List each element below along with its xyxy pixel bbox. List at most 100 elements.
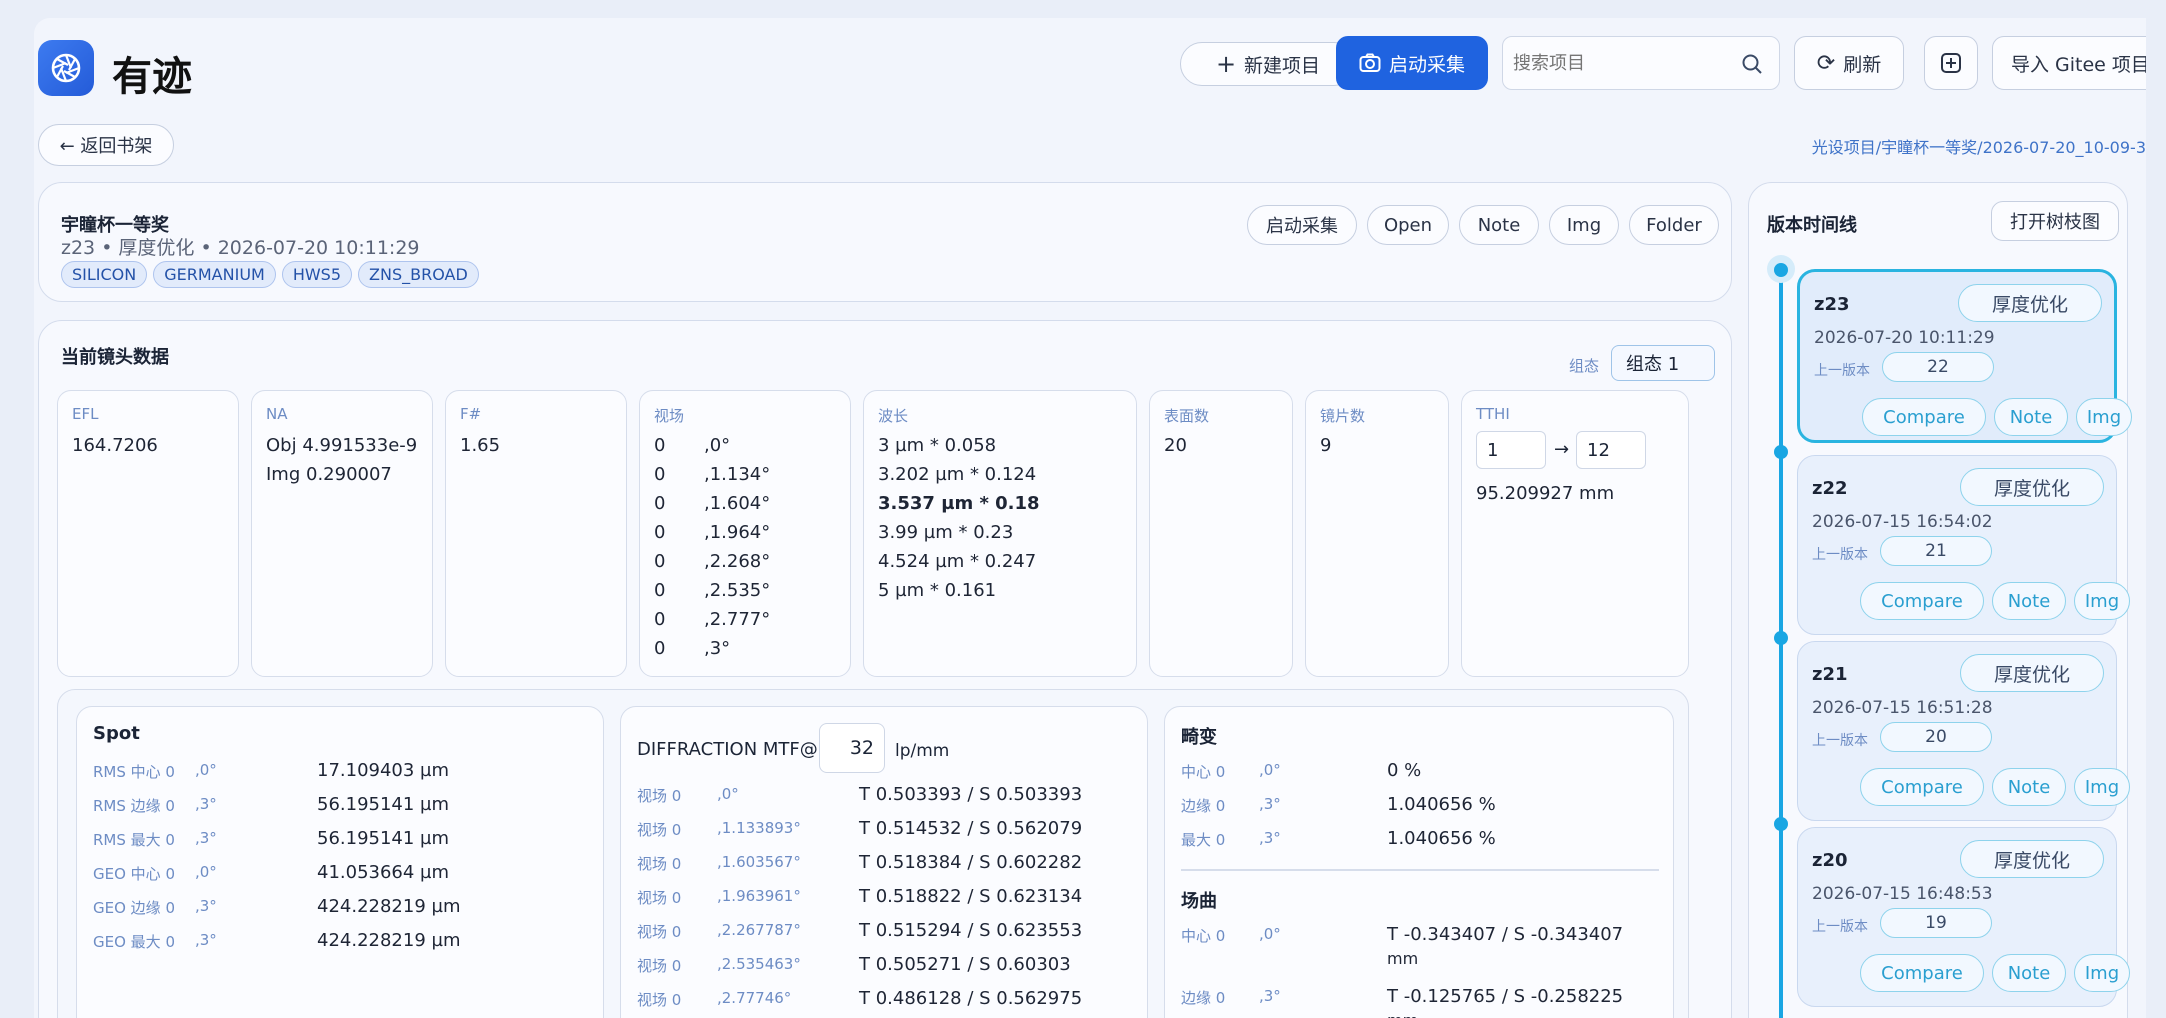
img-button[interactable]: Img: [2074, 582, 2130, 620]
wavelength-item: 3.202 µm * 0.124: [878, 464, 1037, 485]
timeline-dot: [1774, 631, 1788, 645]
spot-row-field: ,0°: [195, 863, 217, 881]
previous-version-value[interactable]: 21: [1880, 536, 1992, 566]
tag-zns-broad: ZNS_BROAD: [358, 261, 479, 288]
mtf-row-value: T 0.515294 / S 0.623553: [859, 920, 1083, 941]
project-note-button[interactable]: Note: [1459, 205, 1539, 245]
analysis-panel: Spot RMS 中心 0 ,0° 17.109403 µm RMS 边缘 0 ,3° 5…: [57, 689, 1689, 1018]
wavelength-item: 5 µm * 0.161: [878, 580, 997, 601]
spot-row-field: ,3°: [195, 795, 217, 813]
import-gitee-button[interactable]: 导入 Gitee 项目: [1992, 36, 2146, 90]
project-start-capture-button[interactable]: 启动采集: [1247, 205, 1357, 245]
mtf-row-label: 视场 0: [637, 855, 682, 873]
compare-button[interactable]: Compare: [1860, 582, 1984, 620]
plus-icon: +: [1215, 50, 1237, 78]
timeline-dot: [1774, 817, 1788, 831]
version-tag[interactable]: 厚度优化: [1960, 840, 2104, 878]
field-x: 0: [654, 609, 666, 630]
refresh-button[interactable]: ⟳ 刷新: [1794, 36, 1904, 90]
mtf-row-field: ,2.77746°: [717, 989, 792, 1007]
search-box[interactable]: [1502, 36, 1780, 90]
tag-germanium: GERMANIUM: [153, 261, 276, 288]
wavelength-item: 3.537 µm * 0.18: [878, 493, 1040, 514]
version-card-z23[interactable]: z23 厚度优化 2026-07-20 10:11:29 上一版本 22 Compare N…: [1797, 269, 2132, 443]
note-button[interactable]: Note: [1992, 582, 2066, 620]
curvature-row-value: T -0.125765 / S -0.258225: [1387, 986, 1624, 1007]
field-y: ,0°: [704, 435, 731, 456]
field-x: 0: [654, 435, 666, 456]
version-card-z22[interactable]: z22 厚度优化 2026-07-15 16:54:02 上一版本 21 Compare N…: [1797, 455, 2130, 635]
lens-section-title: 当前镜头数据: [61, 347, 169, 368]
distortion-row-label: 最大 0: [1181, 831, 1226, 849]
version-tag[interactable]: 厚度优化: [1960, 468, 2104, 506]
spot-row-field: ,0°: [195, 761, 217, 779]
note-button[interactable]: Note: [1992, 768, 2066, 806]
img-button[interactable]: Img: [2076, 398, 2132, 436]
search-icon[interactable]: [1741, 53, 1763, 75]
mtf-row-label: 视场 0: [637, 923, 682, 941]
tthi-from-input[interactable]: 1: [1476, 431, 1546, 469]
efl-value: 164.7206: [72, 435, 158, 456]
mtf-row-value: T 0.505271 / S 0.60303: [859, 954, 1071, 975]
field-y: ,1.134°: [704, 464, 771, 485]
tthi-to-input[interactable]: 12: [1576, 431, 1646, 469]
elements-value: 9: [1320, 435, 1332, 456]
field-x: 0: [654, 551, 666, 572]
app-title: 有迹: [112, 54, 192, 100]
mtf-row-label: 视场 0: [637, 957, 682, 975]
field-y: ,2.268°: [704, 551, 771, 572]
previous-version-value[interactable]: 22: [1882, 352, 1994, 382]
spot-row-value: 424.228219 µm: [317, 896, 461, 917]
img-button[interactable]: Img: [2074, 954, 2130, 992]
tag-silicon: SILICON: [61, 261, 148, 288]
add-box-button[interactable]: [1924, 36, 1978, 90]
timeline-dot: [1774, 445, 1788, 459]
version-date: 2026-07-15 16:48:53: [1812, 884, 1993, 904]
compare-button[interactable]: Compare: [1860, 954, 1984, 992]
mtf-title: DIFFRACTION MTF@: [637, 739, 818, 760]
curvature-row-label: 边缘 0: [1181, 989, 1226, 1007]
back-button[interactable]: ← 返回书架: [38, 124, 174, 166]
search-input[interactable]: [1513, 49, 1723, 77]
note-button[interactable]: Note: [1992, 954, 2066, 992]
version-card-z20[interactable]: z20 厚度优化 2026-07-15 16:48:53 上一版本 19 Compare N…: [1797, 827, 2130, 1007]
img-button[interactable]: Img: [2074, 768, 2130, 806]
open-tree-button[interactable]: 打开树枝图: [1991, 201, 2119, 241]
breadcrumb[interactable]: 光设项目/宇瞳杯一等奖/2026-07-20_10-09-3: [1812, 134, 2146, 158]
spot-row-field: ,3°: [195, 897, 217, 915]
note-button[interactable]: Note: [1994, 398, 2068, 436]
spot-panel: Spot RMS 中心 0 ,0° 17.109403 µm RMS 边缘 0 ,3° 5…: [76, 706, 604, 1018]
project-img-button[interactable]: Img: [1549, 205, 1619, 245]
project-open-button[interactable]: Open: [1367, 205, 1449, 245]
curvature-row-value: T -0.343407 / S -0.343407: [1387, 924, 1624, 945]
previous-version-value[interactable]: 20: [1880, 722, 1992, 752]
compare-button[interactable]: Compare: [1860, 768, 1984, 806]
project-folder-button[interactable]: Folder: [1629, 205, 1719, 245]
new-project-button[interactable]: + 新建项目: [1180, 42, 1356, 86]
fno-value: 1.65: [460, 435, 501, 456]
spot-row-label: RMS 边缘 0: [93, 797, 175, 815]
lens-data-card: 当前镜头数据 组态 组态 1 EFL 164.7206 NA Obj 4.991…: [38, 320, 1732, 1018]
version-tag[interactable]: 厚度优化: [1960, 654, 2104, 692]
mtf-unit: lp/mm: [895, 741, 950, 761]
aperture-icon: [51, 53, 81, 83]
mtf-row-label: 视场 0: [637, 889, 682, 907]
spot-row-label: GEO 中心 0: [93, 865, 175, 883]
version-tag[interactable]: 厚度优化: [1958, 284, 2102, 322]
wavelength-item: 3.99 µm * 0.23: [878, 522, 1014, 543]
previous-version-value[interactable]: 19: [1880, 908, 1992, 938]
project-card: 宇瞳杯一等奖 z23 • 厚度优化 • 2026-07-20 10:11:29 …: [38, 182, 1732, 302]
spot-row-value: 17.109403 µm: [317, 760, 450, 781]
fno-cell: F# 1.65: [445, 390, 627, 677]
config-select[interactable]: 组态 1: [1611, 345, 1715, 381]
app-window: 有迹 + 新建项目 启动采集 ⟳ 刷新 导入 Gitee 项目 ← 返回书架 光…: [34, 18, 2146, 1018]
spot-row-value: 41.053664 µm: [317, 862, 450, 883]
compare-button[interactable]: Compare: [1862, 398, 1986, 436]
version-card-z21[interactable]: z21 厚度优化 2026-07-15 16:51:28 上一版本 20 Compare N…: [1797, 641, 2130, 821]
mtf-row-label: 视场 0: [637, 787, 682, 805]
mtf-row-label: 视场 0: [637, 821, 682, 839]
previous-version-label: 上一版本: [1812, 919, 1868, 935]
start-capture-button[interactable]: 启动采集: [1336, 36, 1488, 90]
mtf-frequency-input[interactable]: 32: [819, 723, 885, 773]
tag-hws5: HWS5: [281, 261, 353, 288]
